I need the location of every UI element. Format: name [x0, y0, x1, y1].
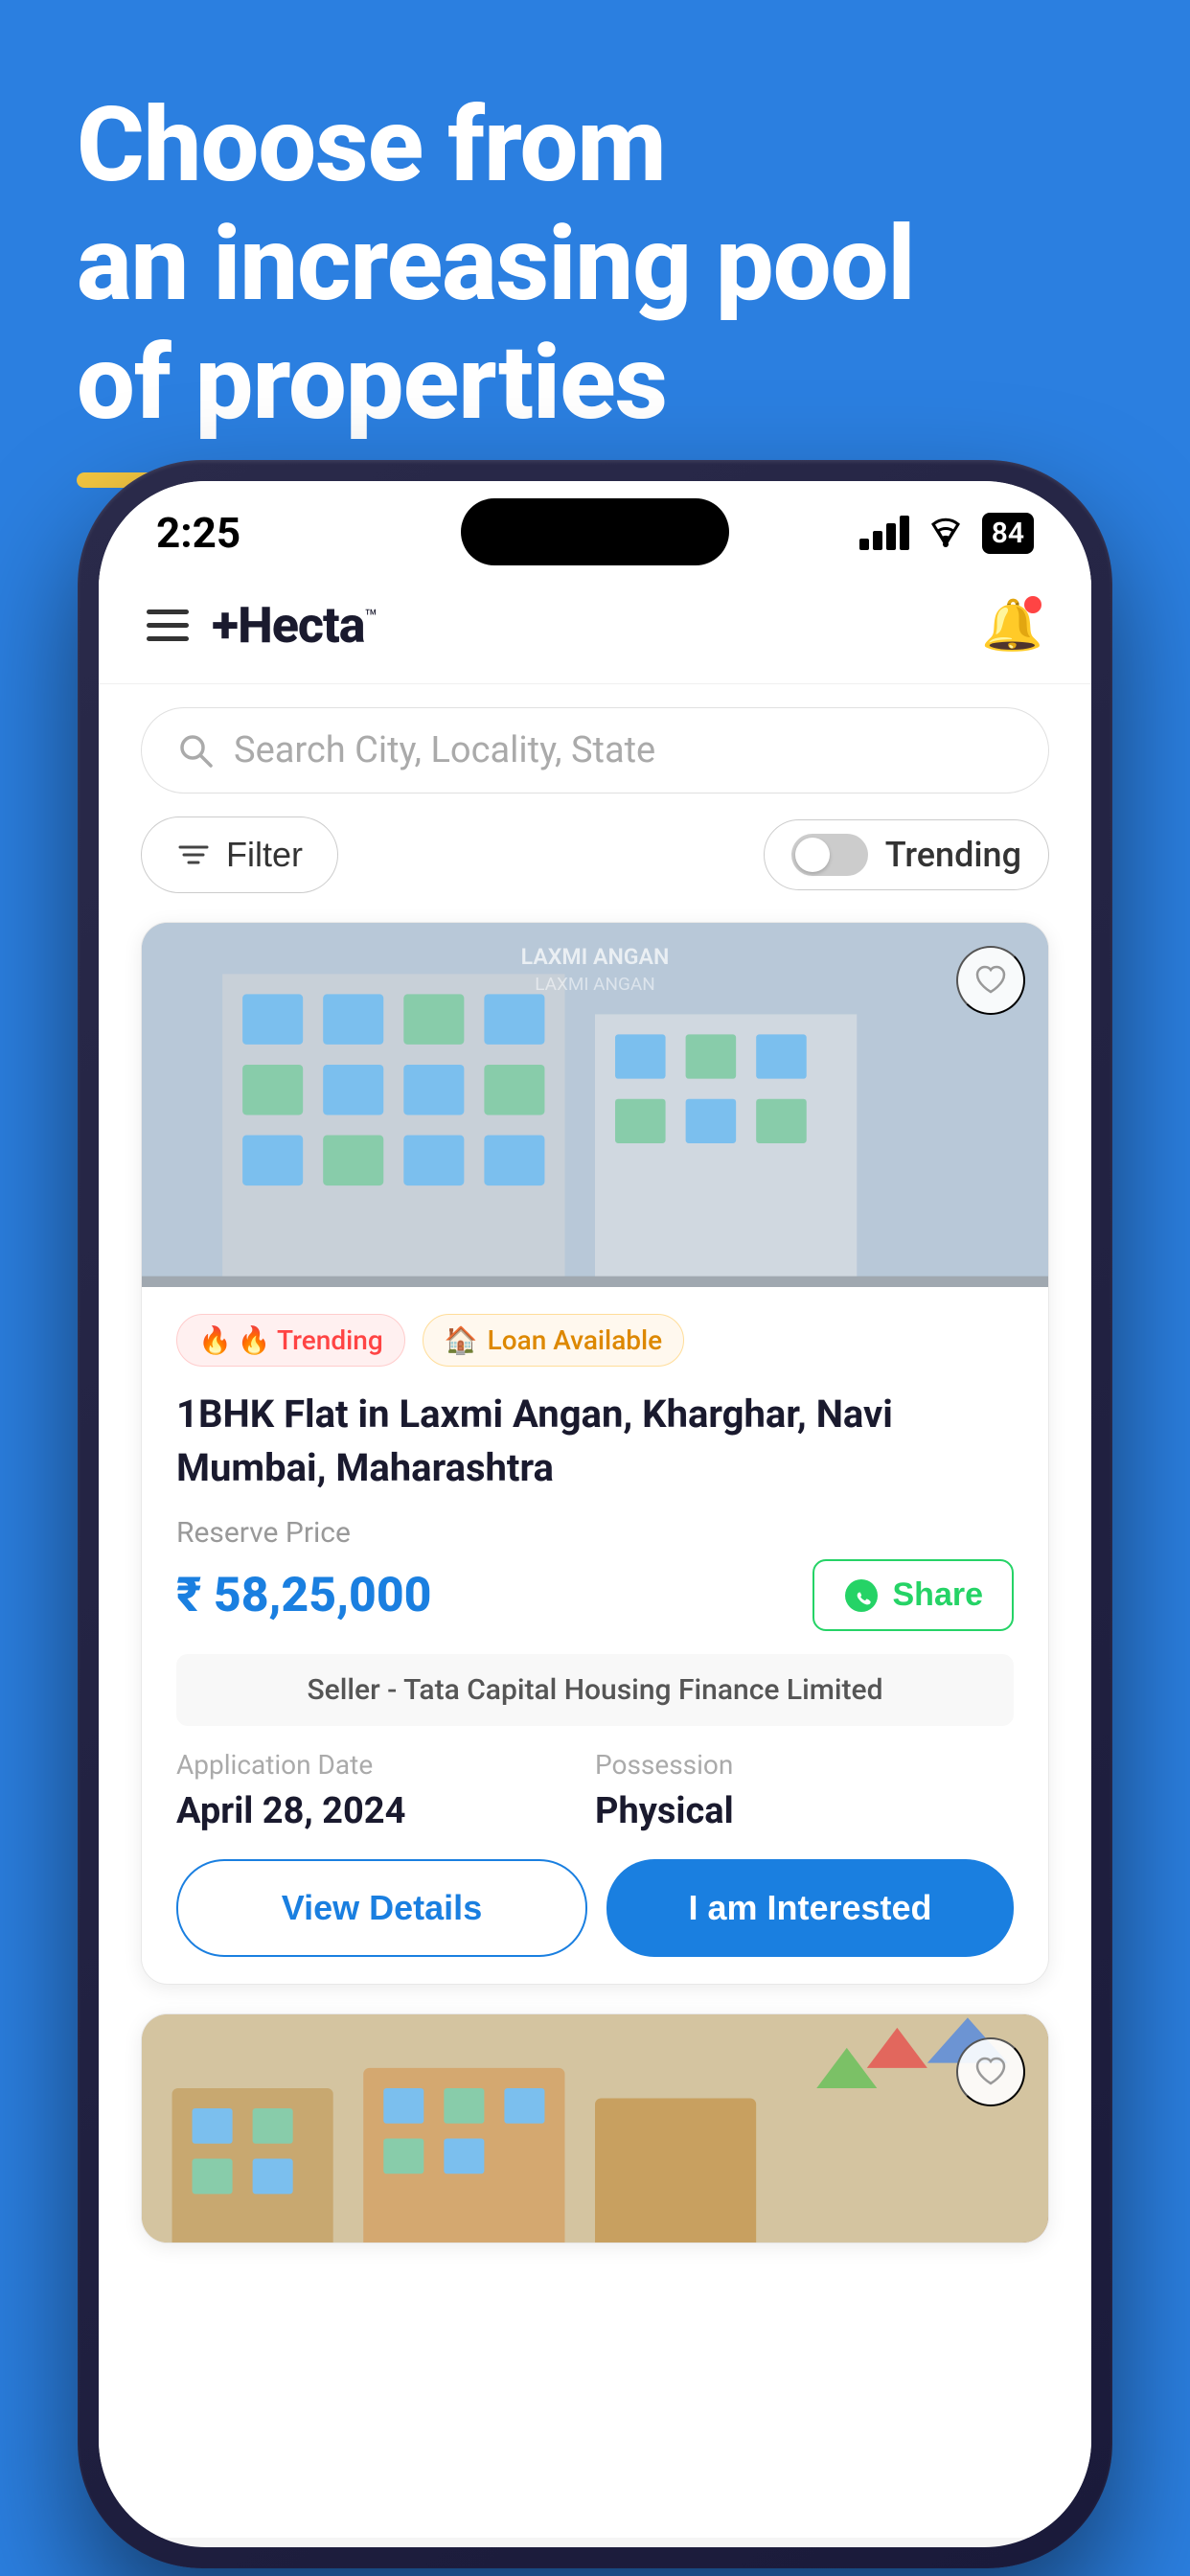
fire-icon: 🔥: [198, 1324, 232, 1356]
app-logo: +Hecta™: [212, 596, 377, 655]
status-time: 2:25: [156, 508, 240, 558]
seller-info: Seller - Tata Capital Housing Finance Li…: [176, 1654, 1014, 1726]
card-details-row: Application Date April 28, 2024 Possessi…: [176, 1749, 1014, 1832]
svg-text:LAXMI ANGAN: LAXMI ANGAN: [521, 944, 670, 970]
dynamic-island: [461, 498, 729, 565]
filter-trending-row: Filter Trending: [99, 816, 1091, 922]
hamburger-menu-button[interactable]: [147, 610, 189, 641]
card-heart-button[interactable]: [956, 946, 1025, 1015]
notification-dot: [1024, 596, 1041, 613]
app-header: +Hecta™ 🔔: [99, 567, 1091, 684]
interested-button[interactable]: I am Interested: [606, 1859, 1014, 1957]
heart-icon: [973, 2055, 1008, 2089]
property-card-image: LAXMI ANGAN LAXMI ANGAN: [142, 923, 1048, 1287]
application-date-label: Application Date: [176, 1749, 595, 1781]
toggle-switch[interactable]: [791, 834, 868, 876]
property-card-1: LAXMI ANGAN LAXMI ANGAN: [141, 922, 1049, 1985]
application-date-value: April 28, 2024: [176, 1790, 595, 1832]
price-row: ₹ 58,25,000 Share: [176, 1559, 1014, 1631]
card2-heart-button[interactable]: [956, 2037, 1025, 2106]
heart-icon: [973, 963, 1008, 998]
search-bar[interactable]: Search City, Locality, State: [141, 707, 1049, 794]
price-value: ₹ 58,25,000: [176, 1568, 431, 1623]
possession-label: Possession: [595, 1749, 1014, 1781]
house-icon: 🏠: [445, 1324, 478, 1356]
search-icon: [176, 731, 215, 770]
preview-building-illustration: [142, 2014, 1048, 2242]
property-title: 1BHK Flat in Laxmi Angan, Kharghar, Navi…: [176, 1388, 1014, 1495]
application-date-col: Application Date April 28, 2024: [176, 1749, 595, 1832]
preview-property-image: [142, 2014, 1048, 2242]
property-card-2-preview: [141, 2013, 1049, 2243]
share-label: Share: [893, 1576, 984, 1614]
wifi-icon: [925, 516, 967, 550]
property-image-bg: LAXMI ANGAN LAXMI ANGAN: [142, 923, 1048, 1287]
card-tags: 🔥 🔥 Trending 🏠 Loan Available: [176, 1314, 1014, 1367]
phone-inner-screen: 2:25: [99, 481, 1091, 2547]
app-content: +Hecta™ 🔔 Search City, Locality, State: [99, 567, 1091, 2538]
view-details-button[interactable]: View Details: [176, 1859, 587, 1957]
trending-toggle[interactable]: Trending: [764, 819, 1049, 890]
possession-value: Physical: [595, 1790, 1014, 1832]
phone-mockup: 2:25: [78, 460, 1112, 2568]
reserve-price-label: Reserve Price: [176, 1516, 1014, 1550]
hero-title: Choose from an increasing pool of proper…: [77, 86, 1113, 444]
loan-tag: 🏠 Loan Available: [423, 1314, 684, 1367]
card-body: 🔥 🔥 Trending 🏠 Loan Available 1BHK Flat …: [142, 1287, 1048, 1984]
svg-text:LAXMI ANGAN: LAXMI ANGAN: [535, 973, 654, 995]
trending-tag: 🔥 🔥 Trending: [176, 1314, 405, 1367]
building-illustration: LAXMI ANGAN LAXMI ANGAN: [142, 923, 1048, 1287]
filter-icon: [176, 838, 211, 872]
notification-button[interactable]: 🔔: [981, 596, 1043, 655]
battery-icon: 84: [982, 513, 1034, 554]
possession-col: Possession Physical: [595, 1749, 1014, 1832]
filter-label: Filter: [226, 835, 303, 875]
search-placeholder: Search City, Locality, State: [234, 729, 655, 771]
card-actions: View Details I am Interested: [176, 1859, 1014, 1957]
hero-section: Choose from an increasing pool of proper…: [0, 0, 1190, 526]
phone-outer-frame: 2:25: [78, 460, 1112, 2568]
toggle-knob: [795, 838, 830, 872]
whatsapp-icon: [843, 1577, 880, 1614]
header-left: +Hecta™: [147, 596, 377, 655]
status-icons: 84: [859, 513, 1034, 554]
signal-icon: [859, 516, 909, 550]
trending-toggle-label: Trending: [885, 835, 1021, 875]
filter-button[interactable]: Filter: [141, 816, 338, 893]
share-button[interactable]: Share: [812, 1559, 1015, 1631]
